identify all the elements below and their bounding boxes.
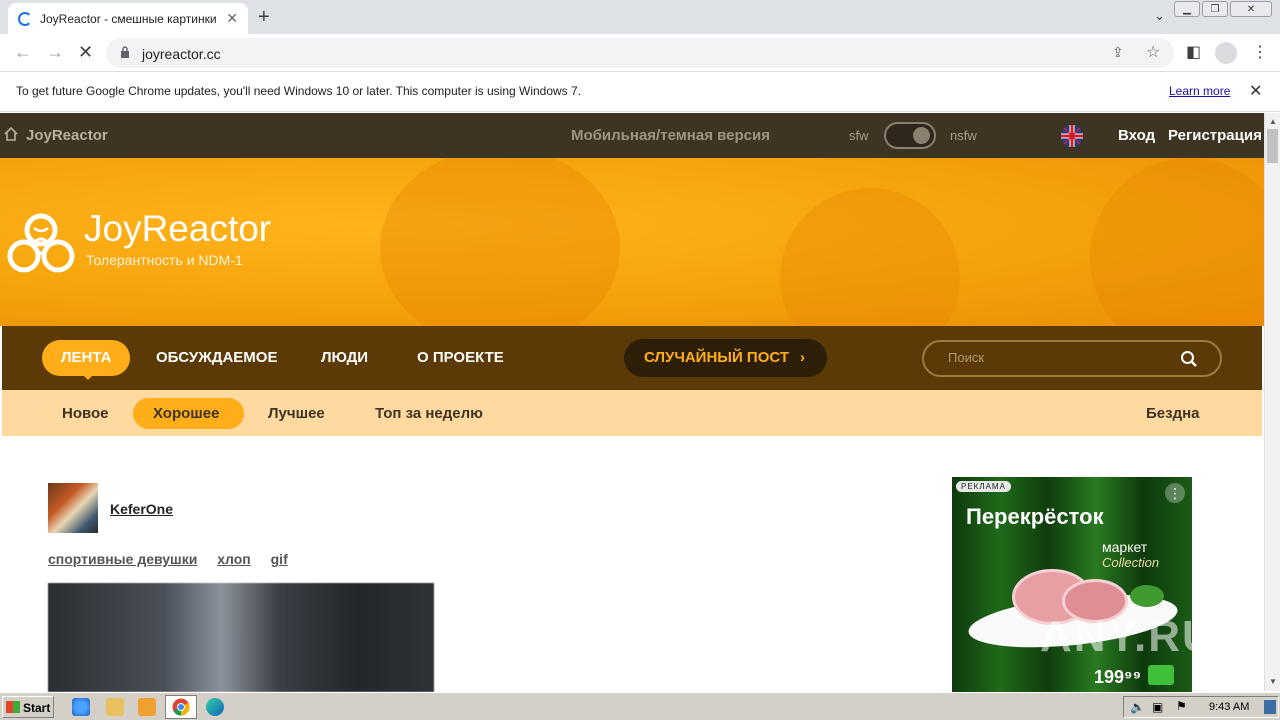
scroll-thumb[interactable] xyxy=(1267,129,1278,163)
bookmark-star-icon[interactable]: ☆ xyxy=(1146,42,1160,62)
side-panel-icon[interactable]: ◧ xyxy=(1186,42,1201,62)
minimize-button[interactable]: ▁ xyxy=(1174,1,1200,17)
internet-explorer-icon[interactable] xyxy=(72,698,90,716)
banner-decoration xyxy=(380,158,620,326)
home-icon[interactable] xyxy=(4,127,18,141)
login-link[interactable]: Вход xyxy=(1118,127,1155,144)
profile-avatar-icon[interactable] xyxy=(1215,42,1237,64)
random-post-button[interactable]: СЛУЧАЙНЫЙ ПОСТ › xyxy=(624,339,827,377)
ad-market-label: маркет xyxy=(1102,539,1148,555)
learn-more-link[interactable]: Learn more xyxy=(1169,84,1230,98)
infobar-close-icon[interactable]: ✕ xyxy=(1249,81,1262,101)
site-banner: JoyReactor Толерантность и NDM-1 xyxy=(0,158,1264,326)
subnav-item-new[interactable]: Новое xyxy=(62,405,109,422)
network-icon[interactable]: ▣ xyxy=(1152,700,1163,714)
windows-logo-icon xyxy=(6,701,20,713)
close-window-button[interactable]: ✕ xyxy=(1230,1,1272,17)
show-desktop-icon[interactable] xyxy=(1264,700,1276,714)
flag-notification-icon[interactable]: ⚑ xyxy=(1176,699,1187,713)
browser-tab-bar: JoyReactor - смешные картинки и ✕ + ⌄ ▁ … xyxy=(0,0,1280,34)
chrome-icon xyxy=(172,698,190,716)
address-bar[interactable]: joyreactor.cc ⇪ ☆ xyxy=(106,38,1174,68)
close-tab-icon[interactable]: ✕ xyxy=(226,10,238,27)
start-label: Start xyxy=(23,701,51,715)
post-username[interactable]: KeferOne xyxy=(110,501,173,517)
tag-link[interactable]: спортивные девушки xyxy=(48,551,197,567)
nav-item-about[interactable]: О ПРОЕКТЕ xyxy=(417,349,504,366)
ad-badge: РЕКЛАМА xyxy=(956,481,1011,492)
nav-item-discussed[interactable]: ОБСУЖДАЕМОЕ xyxy=(156,349,277,366)
url-text[interactable]: joyreactor.cc xyxy=(142,46,221,62)
browser-toolbar: ← → ✕ joyreactor.cc ⇪ ☆ ◧ ⋮ xyxy=(0,34,1280,72)
subnav-item-best[interactable]: Лучшее xyxy=(268,405,325,422)
ad-price: 199⁹⁹ xyxy=(1094,667,1142,687)
subnav-item-top-week[interactable]: Топ за неделю xyxy=(375,405,483,422)
lock-icon xyxy=(121,46,129,58)
forward-arrow-icon[interactable]: → xyxy=(46,42,64,63)
scroll-down-arrow-icon[interactable]: ▼ xyxy=(1269,677,1277,686)
back-arrow-icon[interactable]: ← xyxy=(14,42,32,63)
register-link[interactable]: Регистрация xyxy=(1168,127,1262,144)
share-icon[interactable]: ⇪ xyxy=(1112,44,1124,61)
nav-item-people[interactable]: ЛЮДИ xyxy=(321,349,368,366)
site-top-nav: JoyReactor Мобильная/темная версия sfw n… xyxy=(0,113,1264,158)
stop-loading-icon[interactable]: ✕ xyxy=(78,42,93,63)
tab-title: JoyReactor - смешные картинки и xyxy=(40,11,221,26)
tag-link[interactable]: gif xyxy=(271,551,288,567)
mobile-version-link[interactable]: Мобильная/темная версия xyxy=(571,127,770,144)
site-brand-link[interactable]: JoyReactor xyxy=(26,127,108,144)
banner-subtitle: Толерантность и NDM-1 xyxy=(86,252,243,268)
sfw-nsfw-toggle[interactable] xyxy=(884,122,936,149)
windows-taskbar: Start 🔈 ▣ ⚑ 9:43 AM xyxy=(0,692,1280,720)
page-scrollbar[interactable]: ▲ ▼ xyxy=(1264,113,1280,691)
system-tray: 🔈 ▣ ⚑ 9:43 AM xyxy=(1123,696,1279,718)
banner-decoration xyxy=(780,188,960,326)
subnav-item-abyss[interactable]: Бездна xyxy=(1146,405,1200,422)
menu-kebab-icon[interactable]: ⋮ xyxy=(1252,42,1268,62)
file-explorer-icon[interactable] xyxy=(106,698,124,716)
ad-menu-icon[interactable]: ⋮ xyxy=(1165,483,1185,503)
browser-tab-active[interactable]: JoyReactor - смешные картинки и ✕ xyxy=(8,3,248,34)
post-gif-image[interactable] xyxy=(48,583,434,692)
subnav-item-good[interactable]: Хорошее xyxy=(153,405,219,422)
nav-item-feed[interactable]: ЛЕНТА xyxy=(61,349,111,366)
ad-collection-label: Collection xyxy=(1102,555,1160,570)
nsfw-label: nsfw xyxy=(950,128,977,143)
scroll-up-arrow-icon[interactable]: ▲ xyxy=(1269,117,1277,126)
random-post-label: СЛУЧАЙНЫЙ ПОСТ xyxy=(644,349,790,366)
post-tags: спортивные девушки хлоп gif xyxy=(48,551,304,567)
search-input[interactable] xyxy=(948,350,1168,365)
tag-link[interactable]: хлоп xyxy=(217,551,251,567)
search-icon[interactable] xyxy=(1180,350,1198,368)
user-avatar[interactable] xyxy=(48,483,98,533)
update-infobar: To get future Google Chrome updates, you… xyxy=(0,72,1280,112)
anyrun-watermark: ANY.RUN xyxy=(1040,612,1250,661)
search-box[interactable] xyxy=(922,340,1222,377)
ad-brand: Перекрёсток xyxy=(966,504,1104,529)
clock: 9:43 AM xyxy=(1209,701,1250,713)
ad-leaf-image xyxy=(1130,585,1164,607)
active-nav-pointer xyxy=(82,374,94,380)
biohazard-smile-logo-icon[interactable] xyxy=(4,206,78,276)
chrome-taskbar-button[interactable] xyxy=(165,695,197,719)
volume-icon[interactable]: 🔈 xyxy=(1130,700,1145,714)
window-controls: ▁ ❐ ✕ xyxy=(1174,1,1272,17)
toggle-knob xyxy=(913,127,930,144)
tab-search-chevron-icon[interactable]: ⌄ xyxy=(1154,8,1165,24)
main-nav: ЛЕНТА ОБСУЖДАЕМОЕ ЛЮДИ О ПРОЕКТЕ СЛУЧАЙН… xyxy=(2,326,1262,390)
media-player-icon[interactable] xyxy=(138,698,156,716)
banner-title[interactable]: JoyReactor xyxy=(84,208,271,250)
restore-button[interactable]: ❐ xyxy=(1202,1,1228,17)
loading-spinner-icon xyxy=(18,11,32,26)
edge-icon[interactable] xyxy=(206,698,224,716)
new-tab-icon[interactable]: + xyxy=(258,6,270,29)
start-button[interactable]: Start xyxy=(2,696,54,718)
ad-price-tag-icon xyxy=(1148,665,1174,685)
infobar-message: To get future Google Chrome updates, you… xyxy=(16,84,582,98)
uk-flag-icon[interactable] xyxy=(1061,125,1083,147)
banner-decoration xyxy=(1090,158,1264,326)
sfw-label: sfw xyxy=(849,128,869,143)
chevron-right-icon: › xyxy=(800,349,805,366)
sub-nav: Новое Хорошее Лучшее Топ за неделю Бездн… xyxy=(2,390,1262,436)
